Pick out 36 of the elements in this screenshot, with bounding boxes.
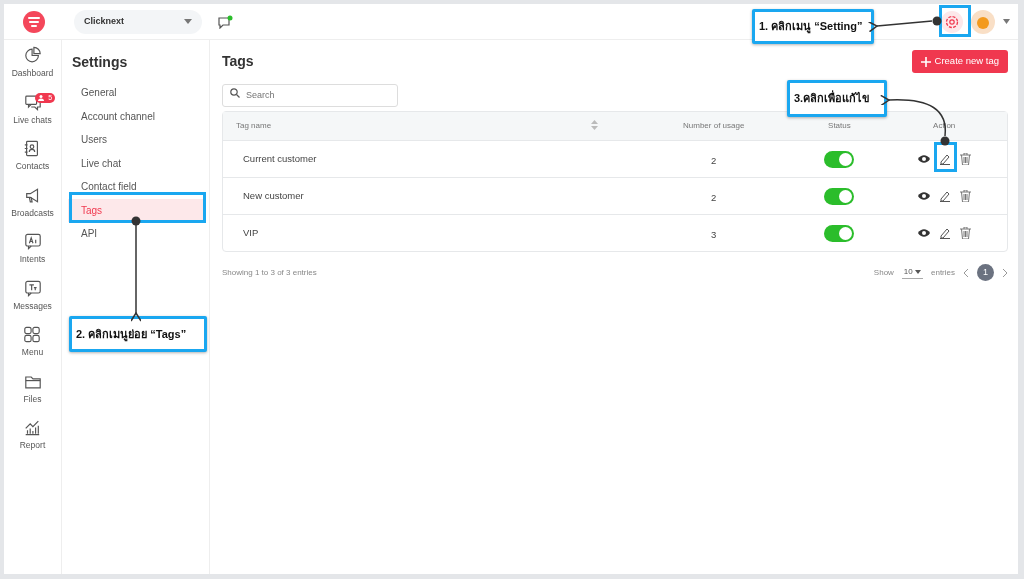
column-header: Number of usage xyxy=(683,121,745,130)
create-tag-button[interactable]: Create new tag xyxy=(911,50,1008,73)
nav-item[interactable]: Intents xyxy=(19,232,46,275)
panel-title: Settings xyxy=(72,53,129,72)
settings-menu-item[interactable]: Live chat xyxy=(68,151,203,175)
tag-name: New customer xyxy=(243,188,304,203)
page-button[interactable]: 1 xyxy=(977,264,994,281)
nav-item[interactable]: Broadcasts xyxy=(11,185,54,228)
column-header: Tag name xyxy=(236,120,272,132)
nav-item[interactable]: Dashboard xyxy=(11,46,54,89)
instruction-callout: 1. คลิกเมนู “Setting” xyxy=(752,9,874,44)
column-header: Status xyxy=(828,120,851,132)
instruction-callout: 2. คลิกเมนูย่อย “Tags” xyxy=(69,316,207,352)
usage-count: 3 xyxy=(711,229,717,240)
settings-menu-item[interactable]: Users xyxy=(68,128,203,152)
usage-count: 2 xyxy=(711,192,717,203)
nav-item[interactable]: Contacts xyxy=(15,139,50,182)
settings-menu-item[interactable]: Account channel xyxy=(68,104,203,128)
usage-count: 2 xyxy=(711,155,717,166)
tag-name: VIP xyxy=(243,225,259,240)
nav-item[interactable]: Report xyxy=(19,418,46,461)
tag-name: Current customer xyxy=(243,151,317,166)
entries-label: entries xyxy=(931,266,955,279)
instruction-callout: 3.คลิกเพื่อแก้ไข xyxy=(787,80,887,117)
nav-item[interactable]: Menu xyxy=(21,325,44,368)
settings-menu-item[interactable]: API xyxy=(68,222,203,246)
nav-item[interactable]: Messages xyxy=(13,278,52,321)
entries-summary: Showing 1 to 3 of 3 entries xyxy=(222,266,317,279)
settings-menu-item[interactable]: General xyxy=(68,81,203,105)
nav-item[interactable]: Files xyxy=(23,371,42,414)
settings-menu-item[interactable]: Contact field xyxy=(68,175,203,199)
show-label: Show xyxy=(873,266,894,279)
page-title: Tags xyxy=(222,52,254,71)
workspace-select[interactable]: Clicknext xyxy=(74,9,202,34)
search-field[interactable]: Search xyxy=(222,83,398,107)
page-size-select[interactable]: 10 xyxy=(901,266,923,279)
